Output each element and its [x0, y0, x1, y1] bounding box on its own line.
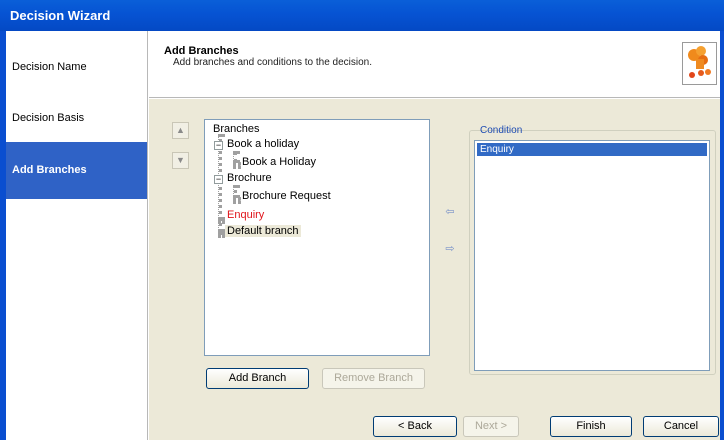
arrow-left-icon[interactable]: ⇦: [441, 205, 459, 219]
step-label: Add Branches: [12, 164, 87, 176]
back-button[interactable]: < Back: [373, 416, 457, 437]
tree-node-book-a-holiday[interactable]: Book a holiday: [227, 138, 299, 150]
step-label: Decision Basis: [12, 112, 85, 124]
wizard-branches-icon: [682, 42, 717, 85]
remove-branch-button[interactable]: Remove Branch: [322, 368, 425, 389]
tree-node-book-a-holiday-child[interactable]: Book a Holiday: [242, 156, 316, 168]
condition-item[interactable]: Enquiry: [477, 143, 707, 156]
tree-node-default-branch[interactable]: Default branch: [225, 225, 301, 237]
collapse-icon[interactable]: −: [214, 175, 223, 184]
arrow-right-icon[interactable]: ⇨: [441, 242, 459, 256]
condition-label: Condition: [480, 125, 523, 136]
tree-connector: [233, 197, 241, 201]
window-title: Decision Wizard: [10, 8, 111, 23]
step-decision-name[interactable]: Decision Name: [6, 59, 147, 75]
tree-node-brochure[interactable]: Brochure: [227, 172, 272, 184]
step-label: Decision Name: [12, 61, 87, 73]
wizard-step-sidebar: Decision Name Decision Basis Add Branche…: [6, 31, 148, 440]
step-decision-basis[interactable]: Decision Basis: [6, 110, 147, 126]
cancel-button[interactable]: Cancel: [643, 416, 719, 437]
window-right-border: [720, 31, 724, 440]
page-title: Add Branches: [164, 45, 239, 57]
collapse-icon[interactable]: −: [214, 141, 223, 150]
tree-node-brochure-request[interactable]: Brochure Request: [242, 190, 331, 202]
branch-tree[interactable]: Branches − Book a holiday Book a Holiday…: [204, 119, 430, 356]
step-add-branches[interactable]: Add Branches: [6, 142, 147, 199]
tree-connector: [218, 231, 225, 235]
arrow-up-icon[interactable]: ▲: [172, 122, 189, 139]
tree-root[interactable]: Branches: [213, 123, 259, 135]
page-subtitle: Add branches and conditions to the decis…: [173, 57, 373, 68]
finish-button[interactable]: Finish: [550, 416, 632, 437]
next-button[interactable]: Next >: [463, 416, 519, 437]
add-branch-button[interactable]: Add Branch: [206, 368, 309, 389]
tree-node-enquiry[interactable]: Enquiry: [227, 209, 264, 221]
window-title-bar: Decision Wizard: [0, 0, 724, 31]
tree-connector: [233, 162, 241, 166]
condition-list[interactable]: Enquiry: [474, 140, 710, 371]
arrow-down-icon[interactable]: ▼: [172, 152, 189, 169]
tree-connector: [218, 217, 225, 221]
page-header: Add Branches Add branches and conditions…: [149, 31, 720, 98]
